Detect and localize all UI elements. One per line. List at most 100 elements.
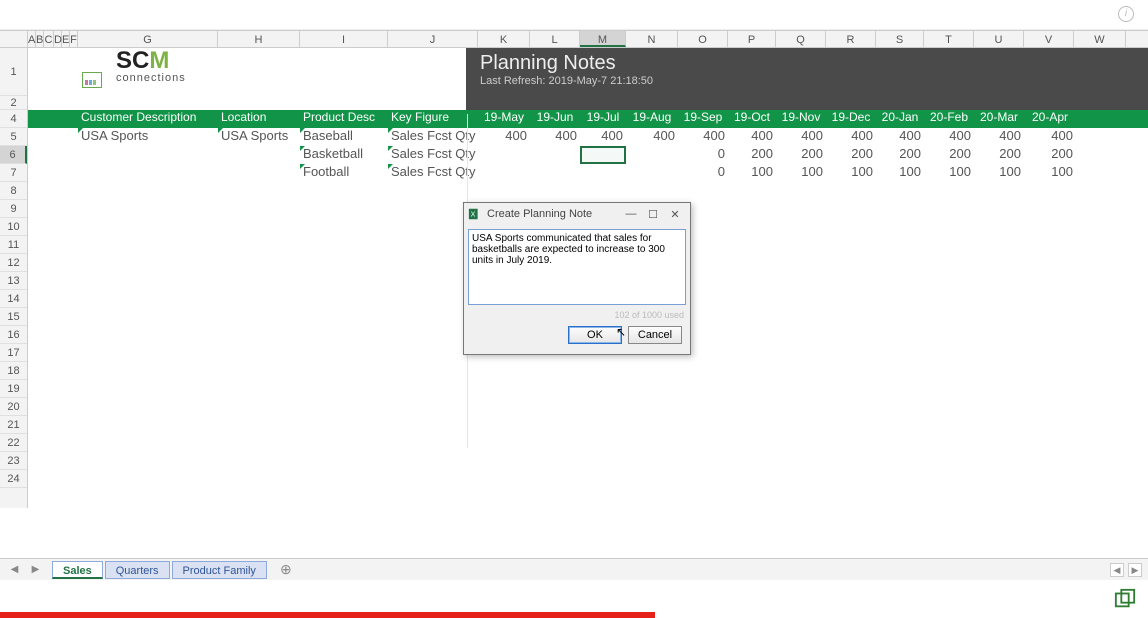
cell-value[interactable]: 400 [728, 128, 776, 146]
info-icon[interactable]: i [1118, 6, 1134, 22]
cell-value[interactable]: 400 [530, 128, 580, 146]
note-textarea[interactable] [468, 229, 686, 305]
col-N[interactable]: N [626, 31, 678, 47]
cell-value[interactable]: 400 [876, 128, 924, 146]
cell-value[interactable]: 200 [728, 146, 776, 164]
row-8[interactable]: 8 [0, 182, 27, 200]
col-M[interactable]: M [580, 31, 626, 47]
row-15[interactable]: 15 [0, 308, 27, 326]
row-2[interactable]: 2 [0, 96, 27, 110]
dialog-titlebar[interactable]: X Create Planning Note — ☐ ✕ [464, 203, 690, 225]
cell-value[interactable]: 200 [776, 146, 826, 164]
cell-value[interactable]: 400 [626, 128, 678, 146]
col-G[interactable]: G [78, 31, 218, 47]
row-7[interactable]: 7 [0, 164, 27, 182]
cell-value[interactable]: 200 [924, 146, 974, 164]
cell-keyfigure[interactable]: Sales Fcst Qty [388, 146, 478, 164]
col-F[interactable]: F [70, 31, 78, 47]
row-24[interactable]: 24 [0, 470, 27, 488]
row-1[interactable]: 1 [0, 48, 27, 96]
row-17[interactable]: 17 [0, 344, 27, 362]
col-K[interactable]: K [478, 31, 530, 47]
col-Q[interactable]: Q [776, 31, 826, 47]
row-13[interactable]: 13 [0, 272, 27, 290]
row-12[interactable]: 12 [0, 254, 27, 272]
close-button[interactable]: ✕ [664, 208, 686, 221]
cell-value[interactable]: 100 [728, 164, 776, 182]
cell-value[interactable]: 400 [826, 128, 876, 146]
row-6[interactable]: 6 [0, 146, 27, 164]
tab-quarters[interactable]: Quarters [105, 561, 170, 579]
col-J[interactable]: J [388, 31, 478, 47]
col-V[interactable]: V [1024, 31, 1074, 47]
hscroll-right-icon[interactable]: ▶ [1128, 563, 1142, 577]
row-16[interactable]: 16 [0, 326, 27, 344]
cell-customer[interactable]: USA Sports [78, 128, 218, 146]
row-11[interactable]: 11 [0, 236, 27, 254]
col-O[interactable]: O [678, 31, 728, 47]
cell-value[interactable]: 200 [826, 146, 876, 164]
cell-value[interactable]: 200 [974, 146, 1024, 164]
row-21[interactable]: 21 [0, 416, 27, 434]
minimize-button[interactable]: — [620, 208, 642, 220]
cell-value[interactable]: 400 [974, 128, 1024, 146]
table-row[interactable]: USA Sports USA Sports Baseball Sales Fcs… [28, 128, 1148, 146]
row-19[interactable]: 19 [0, 380, 27, 398]
row-22[interactable]: 22 [0, 434, 27, 452]
ok-button[interactable]: OK [568, 326, 622, 344]
select-all-corner[interactable] [0, 31, 28, 47]
col-P[interactable]: P [728, 31, 776, 47]
addin-icon[interactable] [1114, 588, 1136, 610]
cell-value[interactable]: 400 [1024, 128, 1076, 146]
row-14[interactable]: 14 [0, 290, 27, 308]
cell-value[interactable]: 200 [876, 146, 924, 164]
cell-value[interactable]: 200 [1024, 146, 1076, 164]
cell-value[interactable]: 100 [974, 164, 1024, 182]
col-E[interactable]: E [62, 31, 70, 47]
col-U[interactable]: U [974, 31, 1024, 47]
col-C[interactable]: C [44, 31, 54, 47]
cell-value[interactable]: 0 [678, 146, 728, 164]
cell-keyfigure[interactable]: Sales Fcst Qty [388, 128, 478, 146]
cell-value[interactable]: 100 [776, 164, 826, 182]
add-sheet-button[interactable]: ⊕ [275, 561, 297, 578]
hscroll-left-icon[interactable]: ◀ [1110, 563, 1124, 577]
row-4[interactable]: 4 [0, 110, 27, 128]
col-S[interactable]: S [876, 31, 924, 47]
row-20[interactable]: 20 [0, 398, 27, 416]
cell-value[interactable]: 400 [924, 128, 974, 146]
col-T[interactable]: T [924, 31, 974, 47]
table-row[interactable]: Football Sales Fcst Qty 0 100 100 100 10… [28, 164, 1148, 182]
col-D[interactable]: D [54, 31, 62, 47]
row-5[interactable]: 5 [0, 128, 27, 146]
col-R[interactable]: R [826, 31, 876, 47]
col-I[interactable]: I [300, 31, 388, 47]
tab-family[interactable]: Product Family [172, 561, 267, 579]
cell-location[interactable]: USA Sports [218, 128, 300, 146]
cell-value[interactable]: 100 [1024, 164, 1076, 182]
cell-product[interactable]: Baseball [300, 128, 388, 146]
tab-scroll-controls[interactable]: ◀▶ [0, 564, 50, 575]
col-A[interactable]: A [28, 31, 36, 47]
col-B[interactable]: B [36, 31, 44, 47]
cell-product[interactable]: Basketball [300, 146, 388, 164]
maximize-button[interactable]: ☐ [642, 208, 664, 221]
col-W[interactable]: W [1074, 31, 1126, 47]
cell-keyfigure[interactable]: Sales Fcst Qty [388, 164, 478, 182]
row-18[interactable]: 18 [0, 362, 27, 380]
row-10[interactable]: 10 [0, 218, 27, 236]
cell-value[interactable]: 100 [924, 164, 974, 182]
cell-value[interactable]: 400 [678, 128, 728, 146]
row-23[interactable]: 23 [0, 452, 27, 470]
cell-value[interactable]: 400 [776, 128, 826, 146]
cell-value[interactable]: 100 [826, 164, 876, 182]
col-H[interactable]: H [218, 31, 300, 47]
cancel-button[interactable]: Cancel [628, 326, 682, 344]
progress-bar[interactable] [0, 612, 655, 618]
chart-icon[interactable] [82, 72, 102, 88]
cell-value[interactable]: 400 [478, 128, 530, 146]
cell-value[interactable]: 0 [678, 164, 728, 182]
cell-value[interactable]: 100 [876, 164, 924, 182]
cell-value[interactable]: 400 [580, 128, 626, 146]
cell-product[interactable]: Football [300, 164, 388, 182]
